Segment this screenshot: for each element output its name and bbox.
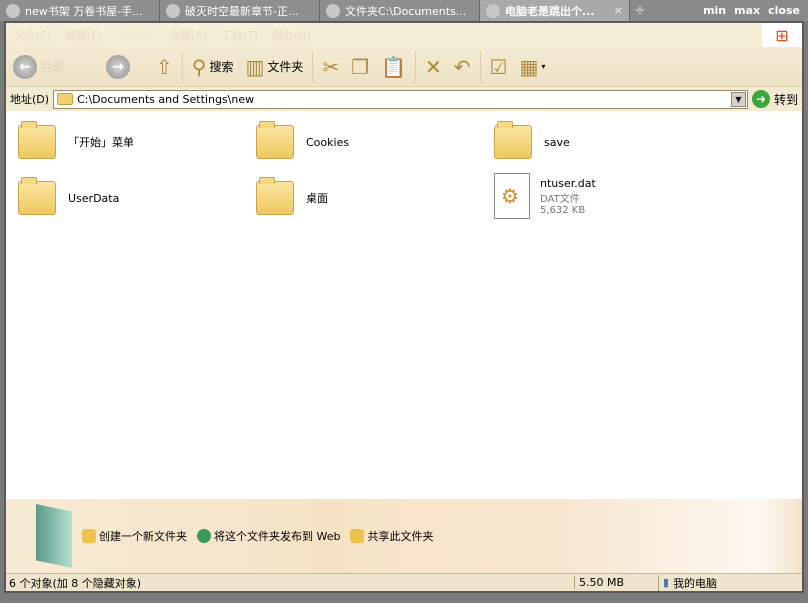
cut-button[interactable]: ✂ (319, 51, 342, 83)
address-label: 地址(D) (10, 93, 50, 106)
close-tab-icon[interactable]: × (614, 4, 623, 17)
file-list: 「开始」菜单 Cookies save UserData 桌面 ntuser.d… (6, 112, 802, 499)
clipboard-icon: 📋 (381, 54, 406, 79)
new-folder-icon (82, 529, 96, 543)
folder-icon (18, 177, 56, 215)
scissors-icon: ✂ (322, 54, 340, 79)
close-button[interactable]: close (768, 4, 800, 17)
windows-logo-icon: ⊞ (762, 23, 802, 47)
back-button[interactable]: ← 后退 (10, 51, 67, 83)
menu-tools[interactable]: 工具(T) (221, 27, 258, 43)
toolbar-separator (312, 50, 314, 83)
copy-button[interactable]: ❐ (348, 51, 372, 83)
address-dropdown-button[interactable]: ▼ (730, 91, 746, 107)
tab-active[interactable]: 电脑老是跳出个... × (480, 0, 630, 21)
globe-icon (197, 529, 211, 543)
copy-icon: ❐ (351, 54, 370, 79)
tab-bookshelf[interactable]: new书架 万卷书屋-手... (0, 0, 160, 21)
folder-up-icon: ⇧ (156, 54, 173, 79)
folder-start-menu[interactable]: 「开始」菜单 (18, 120, 248, 164)
delete-x-icon: ✕ (424, 54, 442, 79)
file-ntuser-dat[interactable]: ntuser.datDAT文件5,632 KB (494, 170, 724, 222)
folder-icon (494, 121, 532, 159)
search-icon: ⚲ (191, 54, 207, 79)
tab-novel[interactable]: 破灭时空最新章节-正... (160, 0, 320, 21)
browser-tab-bar: new书架 万卷书屋-手... 破灭时空最新章节-正... 文件夹C:\Docu… (0, 0, 808, 21)
undo-icon: ↶ (453, 54, 471, 79)
location-label: 我的电脑 (673, 576, 718, 590)
go-arrow-icon[interactable]: ➜ (751, 90, 770, 108)
folder-icon (57, 93, 74, 105)
menu-bar: 文件(F) 编辑(E) 查看(V) 收藏(A) 工具(T) 帮助(H) ⊞ (6, 23, 802, 47)
computer-icon: ▮ (663, 576, 670, 589)
folder-icon (256, 177, 294, 215)
share-folder-icon (350, 529, 365, 543)
folder-desktop[interactable]: 桌面 (256, 176, 486, 220)
share-folder-task[interactable]: 共享此文件夹 (350, 528, 433, 544)
tab-folder[interactable]: 文件夹C:\Documents... (320, 0, 480, 21)
menu-favorites[interactable]: 收藏(A) (169, 27, 207, 43)
folder-userdata[interactable]: UserData (18, 176, 248, 220)
delete-button[interactable]: ✕ (422, 51, 445, 83)
create-folder-task[interactable]: 创建一个新文件夹 (82, 528, 187, 544)
address-bar: 地址(D) C:\Documents and Settings\new ▼ ➜ … (6, 87, 802, 111)
search-button[interactable]: ⚲ 搜索 (189, 51, 237, 83)
explorer-window: 文件(F) 编辑(E) 查看(V) 收藏(A) 工具(T) 帮助(H) ⊞ ← 后… (4, 21, 804, 593)
folder-icon (6, 3, 20, 18)
paste-button[interactable]: 📋 (378, 51, 409, 83)
views-grid-icon: ▦ (519, 54, 539, 79)
dropdown-arrow-icon: ▾ (541, 62, 546, 71)
object-count: 6 个对象(加 8 个隐藏对象) (9, 576, 142, 590)
s-icon (326, 3, 340, 18)
checkmark-page-icon: ☑ (489, 54, 508, 79)
menu-file[interactable]: 文件(F) (14, 27, 51, 43)
toolbar-separator (479, 50, 481, 83)
up-button[interactable]: ⇧ (153, 51, 176, 83)
views-button[interactable]: ▦ ▾ (516, 51, 548, 83)
new-tab-button[interactable]: ✚ (630, 0, 650, 21)
menu-edit[interactable]: 编辑(E) (65, 27, 103, 43)
minimize-button[interactable]: min (703, 4, 726, 17)
go-button[interactable]: 转到 (774, 91, 798, 108)
folders-button[interactable]: ▥ 文件夹 (242, 51, 306, 83)
task-pane: 创建一个新文件夹 将这个文件夹发布到 Web 共享此文件夹 (6, 499, 802, 573)
folder-cookies[interactable]: Cookies (256, 120, 486, 164)
address-input[interactable]: C:\Documents and Settings\new ▼ (53, 89, 748, 109)
toolbar-separator (181, 50, 183, 83)
menu-help[interactable]: 帮助(H) (272, 27, 311, 43)
properties-button[interactable]: ☑ (487, 51, 511, 83)
undo-button[interactable]: ↶ (451, 51, 474, 83)
toolbar-separator (414, 50, 416, 83)
ie-icon (166, 3, 180, 18)
menu-view[interactable]: 查看(V) (116, 27, 154, 43)
dat-file-icon (494, 173, 530, 219)
forward-arrow-icon: → (106, 54, 131, 79)
folder-save[interactable]: save (494, 120, 724, 164)
folder-icon (18, 121, 56, 159)
back-arrow-icon: ← (13, 54, 37, 79)
total-size: 5.50 MB (574, 576, 658, 589)
folder-icon (256, 121, 294, 159)
folder-graphic-icon (36, 504, 72, 568)
status-bar: 6 个对象(加 8 个隐藏对象) 5.50 MB ▮ 我的电脑 (6, 573, 802, 591)
forward-button[interactable]: → (103, 51, 133, 83)
toolbar: ← 后退 → ⇧ ⚲ 搜索 ▥ 文件夹 ✂ ❐ 📋 ✕ ↶ ☑ ▦ ▾ (6, 47, 802, 87)
maximize-button[interactable]: max (734, 4, 760, 17)
publish-web-task[interactable]: 将这个文件夹发布到 Web (197, 528, 340, 544)
folders-icon: ▥ (245, 54, 265, 79)
chat-icon (486, 3, 500, 18)
